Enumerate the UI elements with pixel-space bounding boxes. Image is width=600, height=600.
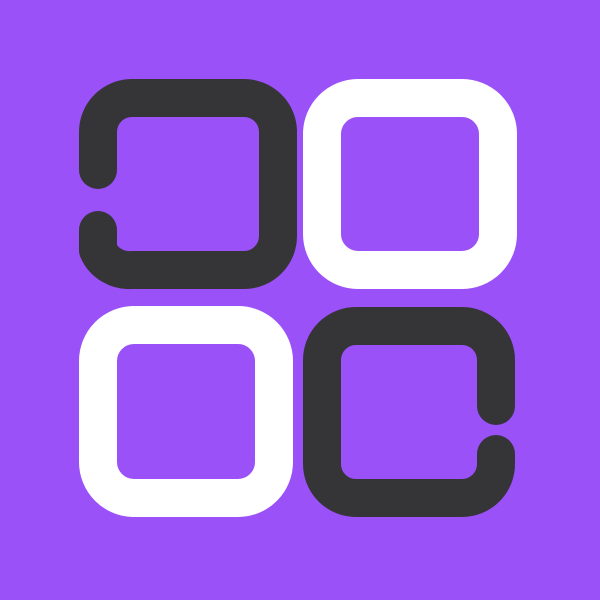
icon-background xyxy=(0,0,600,600)
app-icon xyxy=(0,0,600,600)
